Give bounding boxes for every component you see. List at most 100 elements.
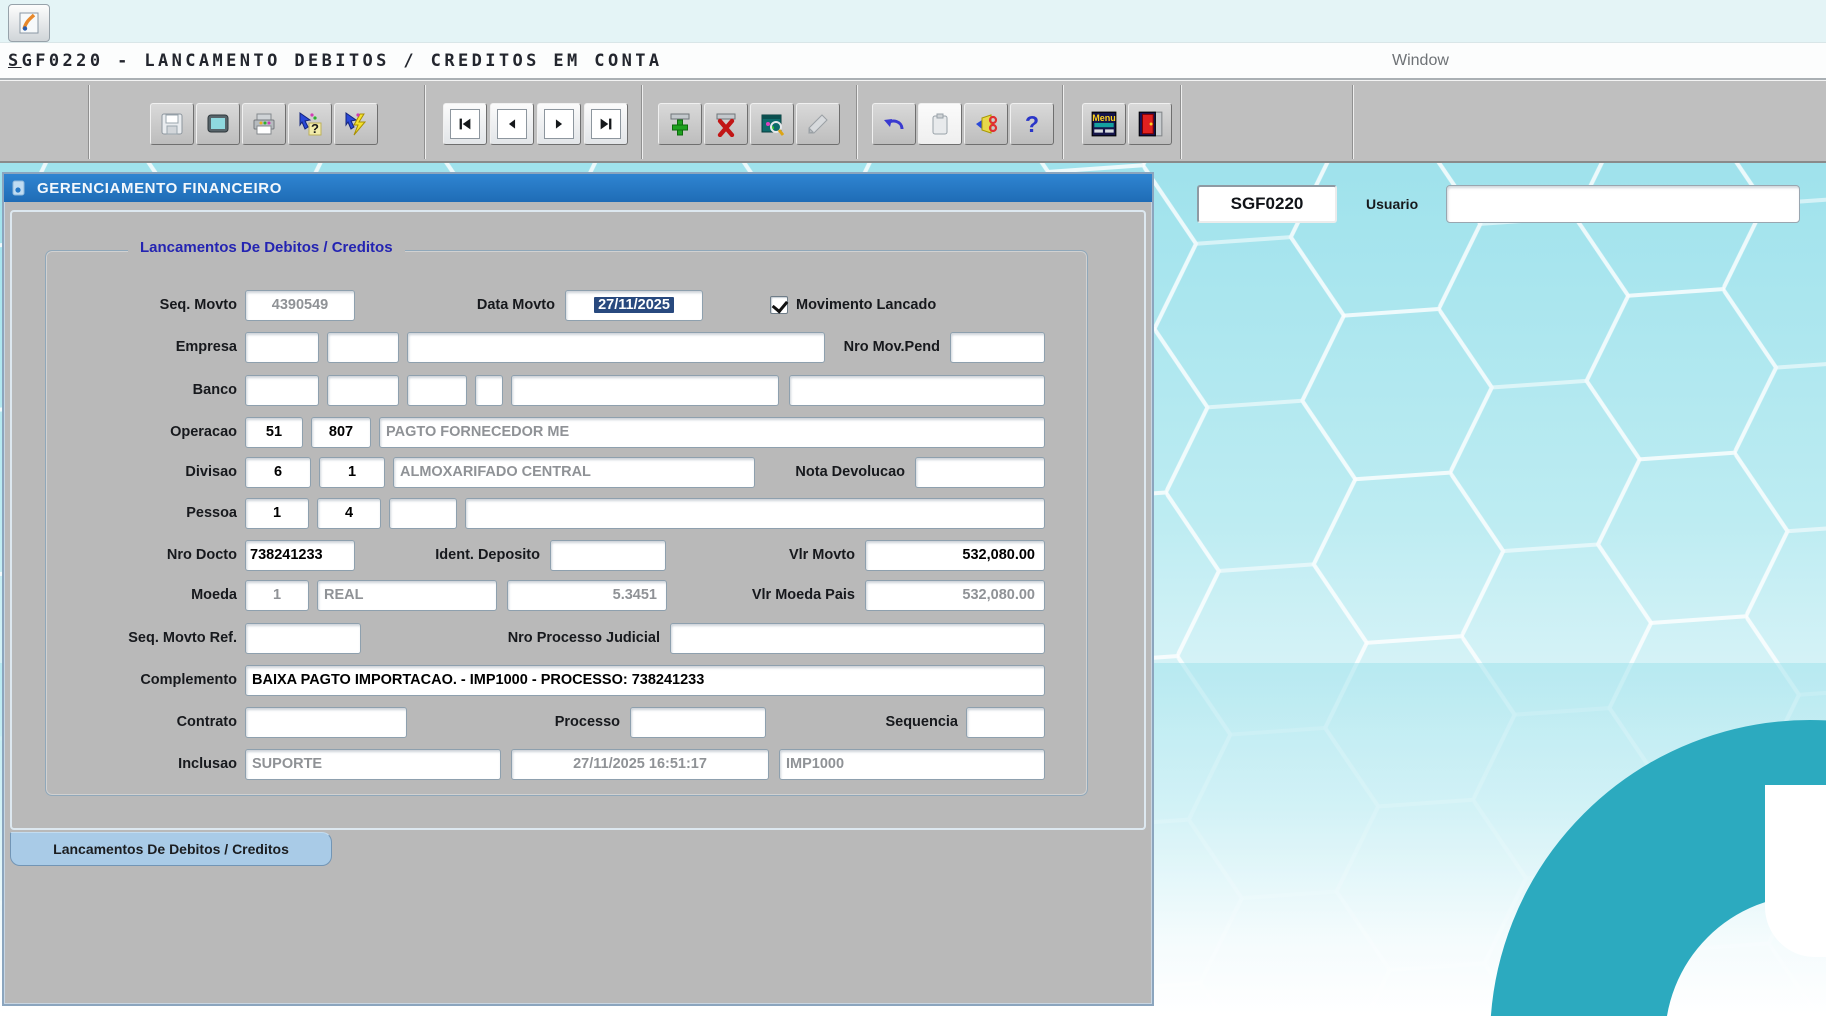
nro-processo-judicial-field[interactable]: [670, 623, 1045, 654]
usuario-label: Usuario: [1366, 185, 1440, 223]
banco-code1-field[interactable]: [245, 375, 319, 406]
logo-swirl-notch: [1765, 785, 1826, 957]
divisao-code2-field[interactable]: 1: [319, 457, 385, 488]
toolbar-separator: [856, 85, 858, 159]
java-applet-icon: [16, 10, 42, 36]
banco-code2-field[interactable]: [327, 375, 399, 406]
clear-form-button[interactable]: [196, 103, 240, 145]
pessoa-code3-field[interactable]: [389, 498, 457, 529]
nota-devolucao-label: Nota Devolucao: [763, 457, 905, 488]
empresa-code2-field[interactable]: [327, 332, 399, 363]
movimento-lancado-checkbox[interactable]: [770, 296, 788, 314]
selected-date-text: 27/11/2025: [594, 297, 674, 313]
data-movto-label: Data Movto: [400, 290, 555, 321]
window-title: GERENCIAMENTO FINANCEIRO: [37, 180, 282, 197]
menu-button[interactable]: Menu: [1082, 103, 1126, 145]
sequencia-field[interactable]: [966, 707, 1045, 738]
toolbar-separator: [1180, 85, 1182, 159]
title-mnemonic: S: [8, 51, 22, 71]
inclusao-origin-field[interactable]: IMP1000: [779, 749, 1045, 780]
seq-movto-ref-field[interactable]: [245, 623, 361, 654]
nro-mov-pend-field[interactable]: [950, 332, 1045, 363]
vlr-movto-field[interactable]: 532,080.00: [865, 540, 1045, 571]
seq-movto-ref-label: Seq. Movto Ref.: [20, 623, 237, 654]
contrato-label: Contrato: [20, 707, 237, 738]
insert-record-button[interactable]: [658, 103, 702, 145]
banco-name-field[interactable]: [511, 375, 779, 406]
menu-window[interactable]: Window: [1392, 52, 1472, 70]
pessoa-name-field[interactable]: [465, 498, 1045, 529]
menu-icon: Menu: [1090, 110, 1118, 138]
banco-agency-field[interactable]: [789, 375, 1045, 406]
help-button[interactable]: ?: [1010, 103, 1054, 145]
nro-mov-pend-label: Nro Mov.Pend: [826, 332, 940, 363]
inclusao-datetime-field[interactable]: 27/11/2025 16:51:17: [511, 749, 769, 780]
divisao-code1-field[interactable]: 6: [245, 457, 311, 488]
banco-code3-field[interactable]: [407, 375, 467, 406]
delete-record-button[interactable]: [704, 103, 748, 145]
last-record-pane: [591, 109, 621, 139]
nro-docto-field[interactable]: 738241233: [245, 540, 355, 571]
toolbar-separator: [424, 85, 426, 159]
pessoa-code2-field[interactable]: 4: [317, 498, 381, 529]
edit-field-icon: [805, 111, 831, 137]
operacao-code2-field[interactable]: 807: [311, 417, 371, 448]
clipboard-button[interactable]: [918, 103, 962, 145]
usuario-input[interactable]: [1446, 185, 1800, 223]
window-title-bar[interactable]: GERENCIAMENTO FINANCEIRO: [4, 174, 1152, 202]
menu-bar: SGF0220 - LANCAMENTO DEBITOS / CREDITOS …: [0, 42, 1826, 80]
last-record-button[interactable]: [584, 103, 628, 145]
moeda-name-field[interactable]: REAL: [317, 580, 497, 611]
empresa-name-field[interactable]: [407, 332, 825, 363]
previous-record-button[interactable]: [490, 103, 534, 145]
inclusao-user-field[interactable]: SUPORTE: [245, 749, 501, 780]
toolbar-separator: [1062, 85, 1064, 159]
app-icon-button[interactable]: [8, 4, 50, 42]
cancel-button[interactable]: [964, 103, 1008, 145]
save-icon: [159, 111, 185, 137]
undo-button[interactable]: [872, 103, 916, 145]
empresa-code1-field[interactable]: [245, 332, 319, 363]
sequencia-label: Sequencia: [818, 707, 958, 738]
first-record-button[interactable]: [443, 103, 487, 145]
seq-movto-field[interactable]: 4390549: [245, 290, 355, 321]
next-record-button[interactable]: [537, 103, 581, 145]
enter-query-icon: ?: [297, 111, 323, 137]
ident-deposito-field[interactable]: [550, 540, 666, 571]
edit-field-button[interactable]: [796, 103, 840, 145]
moeda-code-field[interactable]: 1: [245, 580, 309, 611]
seq-movto-label: Seq. Movto: [20, 290, 237, 321]
list-of-values-button[interactable]: [750, 103, 794, 145]
list-of-values-icon: [759, 111, 785, 137]
tab-lancamentos-debitos-creditos[interactable]: Lancamentos De Debitos / Creditos: [10, 832, 332, 866]
complemento-field[interactable]: BAIXA PAGTO IMPORTACAO. - IMP1000 - PROC…: [245, 665, 1045, 696]
exit-button[interactable]: [1128, 103, 1172, 145]
data-movto-field[interactable]: 27/11/2025: [565, 290, 703, 321]
execute-query-button[interactable]: [334, 103, 378, 145]
operacao-name-field[interactable]: PAGTO FORNECEDOR ME: [379, 417, 1045, 448]
nota-devolucao-field[interactable]: [915, 457, 1045, 488]
moeda-rate-field[interactable]: 5.3451: [507, 580, 667, 611]
vlr-moeda-pais-field[interactable]: 532,080.00: [865, 580, 1045, 611]
inclusao-label: Inclusao: [20, 749, 237, 780]
execute-query-icon: [343, 111, 369, 137]
insert-record-icon: [667, 111, 693, 137]
first-record-icon: [455, 114, 475, 134]
toolbar-separator: [88, 85, 90, 159]
banco-code4-field[interactable]: [475, 375, 503, 406]
moeda-label: Moeda: [20, 580, 237, 611]
pessoa-code1-field[interactable]: 1: [245, 498, 309, 529]
contrato-field[interactable]: [245, 707, 407, 738]
operacao-code1-field[interactable]: 51: [245, 417, 303, 448]
processo-field[interactable]: [630, 707, 766, 738]
divisao-label: Divisao: [20, 457, 237, 488]
vlr-moeda-pais-label: Vlr Moeda Pais: [680, 580, 855, 611]
title-rest: GF0220 - LANCAMENTO DEBITOS / CREDITOS E…: [22, 51, 663, 71]
print-button[interactable]: [242, 103, 286, 145]
nro-processo-judicial-label: Nro Processo Judicial: [440, 623, 660, 654]
enter-query-button[interactable]: ?: [288, 103, 332, 145]
top-strip: [0, 0, 1826, 42]
application-window: SGF0220 - LANCAMENTO DEBITOS / CREDITOS …: [0, 0, 1826, 1016]
save-button[interactable]: [150, 103, 194, 145]
divisao-name-field[interactable]: ALMOXARIFADO CENTRAL: [393, 457, 755, 488]
